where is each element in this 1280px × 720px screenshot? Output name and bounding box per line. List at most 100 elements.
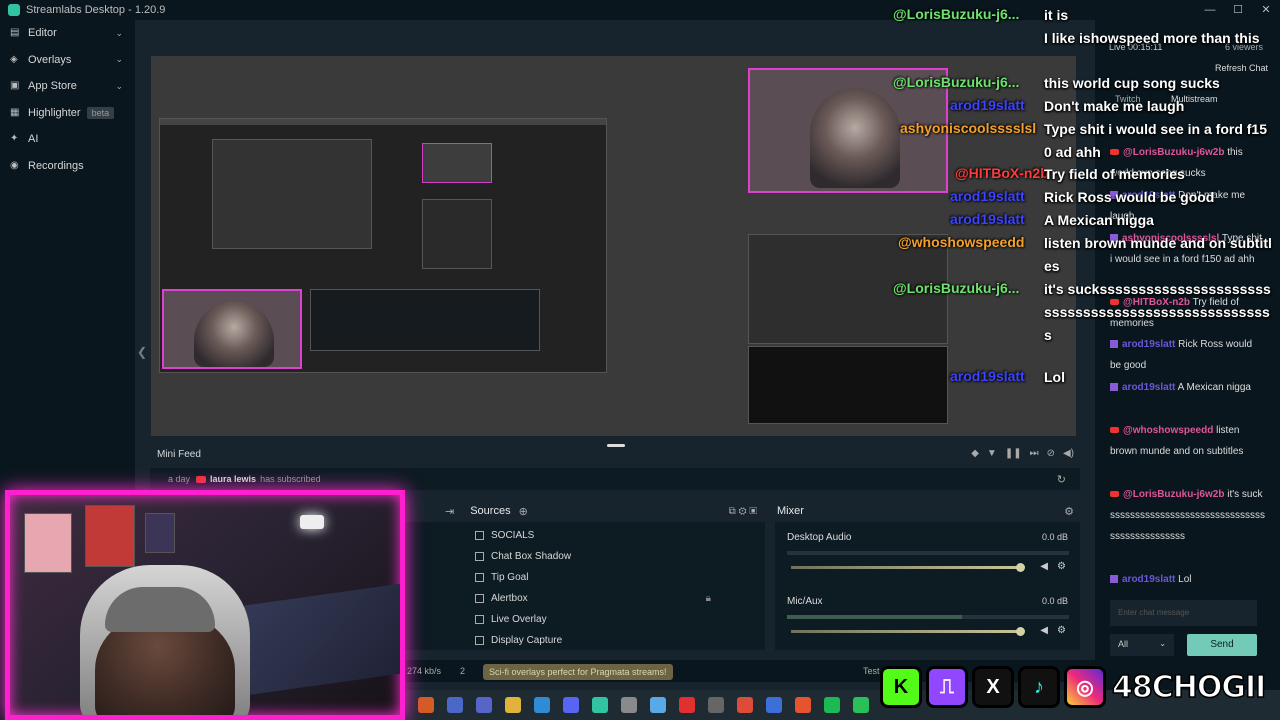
spotify-icon[interactable] [824, 697, 840, 713]
chat-filter-select[interactable]: All ⌄ [1110, 634, 1174, 656]
scene-collapse-icon[interactable]: ⇥ [445, 505, 454, 518]
speaker-icon[interactable]: ◀ [1040, 625, 1048, 636]
sidebar-item-ai[interactable]: ✦ AI [0, 126, 135, 153]
volume-knob[interactable] [1016, 563, 1025, 572]
folder-icon [475, 531, 484, 540]
chrome-icon[interactable] [737, 697, 753, 713]
overlay-chat-text: it's sucksssssssssssssssssssssssssssssss… [1044, 281, 1271, 343]
gear-icon[interactable]: ⚙ [1057, 625, 1066, 636]
brave-icon[interactable] [795, 697, 811, 713]
app-icon[interactable] [621, 697, 637, 713]
mute-icon[interactable]: ⊘ [1047, 448, 1055, 459]
source-tools-icon[interactable]: ⧉ ⚙ ▣ [729, 506, 757, 517]
source-label: Display Capture [491, 635, 563, 646]
sidebar-item-recordings[interactable]: ◉ Recordings [0, 153, 135, 180]
chat-message: @LorisBuzuku-j6w2b it's suckssssssssssss… [1110, 484, 1265, 547]
twitch-icon: ⎍ [926, 666, 968, 708]
jersey-poster [85, 505, 135, 567]
event-user: laura lewis [210, 474, 257, 484]
overlay-chat-user: arod19slatt [950, 188, 1025, 204]
streamlabs-icon[interactable] [592, 697, 608, 713]
overlay-chat-text: Try field of memories [1044, 166, 1185, 182]
chevron-down-icon: ⌄ [115, 27, 123, 38]
sources-panel: ⇥ Sources ⊕ ⧉ ⚙ ▣ SOCIALS Chat Box Shado… [405, 500, 765, 650]
sidebar-item-editor[interactable]: ▤ Editor ⌄ [0, 20, 135, 47]
overlay-chat-text: Don't make me laugh [1044, 98, 1185, 114]
app-icon[interactable] [708, 697, 724, 713]
source-label: Alertbox [491, 593, 528, 604]
lock-icon[interactable]: 🔒︎ [706, 593, 711, 604]
source-icon [475, 594, 484, 603]
app-icon[interactable] [853, 697, 869, 713]
volume-slider[interactable] [791, 566, 1021, 569]
overlay-chat-user: @LorisBuzuku-j6... [893, 280, 1020, 296]
instagram-icon: ◎ [1064, 666, 1106, 708]
chevron-down-icon: ⌄ [1159, 639, 1166, 648]
source-label: Chat Box Shadow [491, 551, 572, 562]
overlay-chat-user: @HITBoX-n2b [955, 165, 1049, 181]
test-button[interactable]: Test [863, 666, 880, 676]
source-item[interactable]: Display Capture [467, 630, 763, 651]
app-icon[interactable] [766, 697, 782, 713]
chat-user[interactable]: @LorisBuzuku-j6w2b [1123, 489, 1224, 500]
shield-icon[interactable]: ◆ [971, 448, 979, 459]
volume-slider[interactable] [791, 630, 1021, 633]
chat-message: arod19slatt Lol [1110, 569, 1265, 590]
filter-icon[interactable]: ▼ [987, 448, 997, 459]
bed [230, 582, 400, 698]
collapse-arrow-icon[interactable]: ❮ [137, 345, 147, 359]
gear-icon[interactable]: ⚙ [1064, 505, 1074, 518]
skip-icon[interactable]: ⏭ [1030, 448, 1039, 459]
app-icon[interactable] [476, 697, 492, 713]
sidebar-item-overlays[interactable]: ◈ Overlays ⌄ [0, 47, 135, 74]
chat-user[interactable]: @whoshowspeedd [1123, 425, 1213, 436]
mixer-channel-mic: Mic/Aux 0.0 dB ◀ ⚙ [787, 596, 1069, 646]
discord-icon[interactable] [563, 697, 579, 713]
source-item[interactable]: Alertbox 🔒︎ [467, 588, 763, 609]
app-icon[interactable] [418, 697, 434, 713]
mini-feed-tools: ◆ ▼ ❚❚ ⏭ ⊘ ◀) [971, 448, 1074, 459]
nested-preview [212, 139, 372, 249]
volume-knob[interactable] [1016, 627, 1025, 636]
youtube-icon [1110, 427, 1119, 434]
send-button[interactable]: Send [1187, 634, 1257, 656]
promo-banner[interactable]: Sci-fi overlays perfect for Pragmata str… [483, 664, 673, 680]
refresh-icon[interactable]: ↻ [1057, 473, 1066, 486]
store-icon: ▣ [10, 80, 20, 92]
sidebar-item-app-store[interactable]: ▣ App Store ⌄ [0, 73, 135, 100]
chat-text: Lol [1178, 574, 1192, 585]
overlay-chat-user: @LorisBuzuku-j6... [893, 74, 1020, 90]
mixer-title: Mixer [777, 505, 804, 517]
source-item[interactable]: SOCIALS [467, 525, 763, 546]
source-label: SOCIALS [491, 530, 535, 541]
netflix-icon[interactable] [679, 697, 695, 713]
sidebar-item-label: Editor [28, 27, 57, 40]
source-item[interactable]: Live Overlay [467, 609, 763, 630]
source-item[interactable]: Chat Box Shadow [467, 546, 763, 567]
overlay-chat-user: @LorisBuzuku-j6... [893, 6, 1020, 22]
add-source-icon[interactable]: ⊕ [519, 505, 528, 518]
folder-icon[interactable] [505, 697, 521, 713]
speaker-icon[interactable]: ◀ [1040, 561, 1048, 572]
sources-title: Sources [470, 505, 511, 517]
overlay-chat-text: listen brown munde and on subtitles [1044, 235, 1272, 274]
sidebar-item-highlighter[interactable]: ▦ Highlighter beta [0, 100, 135, 127]
channel-name: Desktop Audio [787, 532, 852, 543]
mixer-panel: Mixer ⚙ Desktop Audio 0.0 dB ◀ ⚙ Mic/Aux… [775, 500, 1080, 650]
channel-handle: 48CHOGII [1111, 669, 1267, 706]
chat-filter-value: All [1118, 639, 1129, 649]
preview-person [810, 88, 900, 188]
gear-icon[interactable]: ⚙ [1057, 561, 1066, 572]
source-icon [475, 615, 484, 624]
edge-icon[interactable] [534, 697, 550, 713]
volume-icon[interactable]: ◀) [1063, 448, 1074, 459]
overlay-chat-text: I like ishowspeed more than this [1044, 30, 1260, 46]
chat-user[interactable]: arod19slatt [1122, 574, 1175, 585]
source-item[interactable]: Tip Goal [467, 567, 763, 588]
source-icon [475, 573, 484, 582]
app-icon[interactable] [650, 697, 666, 713]
pause-icon[interactable]: ❚❚ [1005, 448, 1022, 459]
app-icon[interactable] [447, 697, 463, 713]
chat-input[interactable]: Enter chat message [1110, 600, 1257, 626]
chat-message: @whoshowspeedd listen brown munde and on… [1110, 420, 1265, 462]
